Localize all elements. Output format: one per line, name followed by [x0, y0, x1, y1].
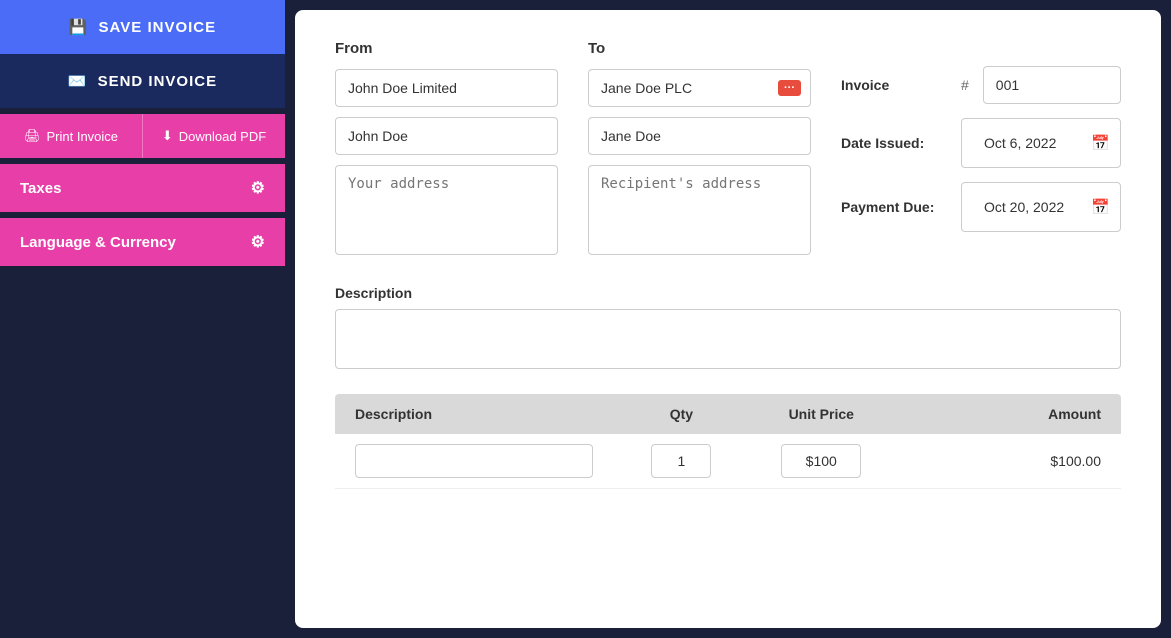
- table-header: Description Qty Unit Price Amount: [335, 394, 1121, 434]
- payment-due-wrap: 📅: [961, 182, 1121, 232]
- row-amount-cell: $100.00: [915, 453, 1122, 469]
- download-pdf-label: Download PDF: [179, 129, 266, 144]
- description-textarea[interactable]: [335, 309, 1121, 369]
- invoice-hash: #: [961, 77, 969, 93]
- print-download-row: 🖨 Print Invoice ⬇ Download PDF: [0, 114, 285, 158]
- taxes-section[interactable]: Taxes ⚙: [0, 164, 285, 212]
- date-issued-wrap: 📅: [961, 118, 1121, 168]
- col-unit-price-header: Unit Price: [728, 406, 915, 422]
- to-section: To ···: [588, 40, 811, 265]
- to-address-textarea[interactable]: [588, 165, 811, 255]
- row-description-input[interactable]: [355, 444, 593, 478]
- invoice-number-row: Invoice #: [841, 66, 1121, 104]
- save-icon: 💾: [69, 18, 89, 36]
- from-address-textarea[interactable]: [335, 165, 558, 255]
- invoice-number-label: Invoice: [841, 77, 951, 93]
- send-invoice-label: SEND INVOICE: [98, 73, 218, 90]
- col-amount-header: Amount: [915, 406, 1122, 422]
- from-company-input[interactable]: John Doe Limited: [335, 69, 558, 107]
- payment-due-calendar-icon[interactable]: 📅: [1091, 198, 1110, 216]
- language-currency-label: Language & Currency: [20, 234, 176, 251]
- from-section: From John Doe Limited John Doe: [335, 40, 558, 265]
- invoice-form: From John Doe Limited John Doe To ···: [295, 10, 1161, 628]
- date-issued-label: Date Issued:: [841, 135, 951, 151]
- date-issued-input[interactable]: [972, 125, 1085, 161]
- download-icon: ⬇: [162, 128, 173, 144]
- row-qty-input[interactable]: [651, 444, 711, 478]
- col-qty-header: Qty: [635, 406, 728, 422]
- top-form-row: From John Doe Limited John Doe To ···: [335, 40, 1121, 265]
- to-label: To: [588, 40, 811, 57]
- row-description-cell: [335, 444, 635, 478]
- payment-due-input[interactable]: [972, 189, 1085, 225]
- print-invoice-button[interactable]: 🖨 Print Invoice: [0, 114, 143, 158]
- print-icon: 🖨: [24, 128, 41, 144]
- row-amount-value: $100.00: [1050, 453, 1101, 469]
- description-label: Description: [335, 285, 1121, 301]
- col-description-header: Description: [335, 406, 635, 422]
- row-qty-cell: [635, 444, 728, 478]
- from-name-row: John Doe: [335, 117, 558, 155]
- description-section: Description: [335, 285, 1121, 374]
- row-unit-price-input[interactable]: [781, 444, 861, 478]
- save-invoice-label: SAVE INVOICE: [99, 19, 217, 36]
- to-company-badge: ···: [778, 80, 801, 96]
- payment-due-label: Payment Due:: [841, 199, 951, 215]
- to-name-input[interactable]: [588, 117, 811, 155]
- to-company-row: ···: [588, 69, 811, 107]
- date-issued-calendar-icon[interactable]: 📅: [1091, 134, 1110, 152]
- to-name-row: [588, 117, 811, 155]
- language-currency-gear-icon: ⚙: [251, 232, 265, 252]
- invoice-meta-section: Invoice # Date Issued: 📅 Payment Due: 📅: [841, 40, 1121, 265]
- payment-due-row: Payment Due: 📅: [841, 182, 1121, 232]
- print-invoice-label: Print Invoice: [46, 129, 118, 144]
- table-row: $100.00: [335, 434, 1121, 489]
- date-issued-row: Date Issued: 📅: [841, 118, 1121, 168]
- language-currency-section[interactable]: Language & Currency ⚙: [0, 218, 285, 266]
- sidebar: 💾 SAVE INVOICE ✉️ SEND INVOICE 🖨 Print I…: [0, 0, 285, 638]
- send-invoice-button[interactable]: ✉️ SEND INVOICE: [0, 54, 285, 108]
- line-items-table: Description Qty Unit Price Amount $100.0…: [335, 394, 1121, 489]
- save-invoice-button[interactable]: 💾 SAVE INVOICE: [0, 0, 285, 54]
- taxes-label: Taxes: [20, 180, 61, 197]
- send-icon: ✉️: [68, 72, 88, 90]
- to-address-row: [588, 165, 811, 255]
- taxes-gear-icon: ⚙: [251, 178, 265, 198]
- invoice-number-input[interactable]: [983, 66, 1121, 104]
- from-label: From: [335, 40, 558, 57]
- from-name-input[interactable]: John Doe: [335, 117, 558, 155]
- from-company-row: John Doe Limited: [335, 69, 558, 107]
- download-pdf-button[interactable]: ⬇ Download PDF: [143, 114, 285, 158]
- row-unit-price-cell: [728, 444, 915, 478]
- from-address-row: [335, 165, 558, 255]
